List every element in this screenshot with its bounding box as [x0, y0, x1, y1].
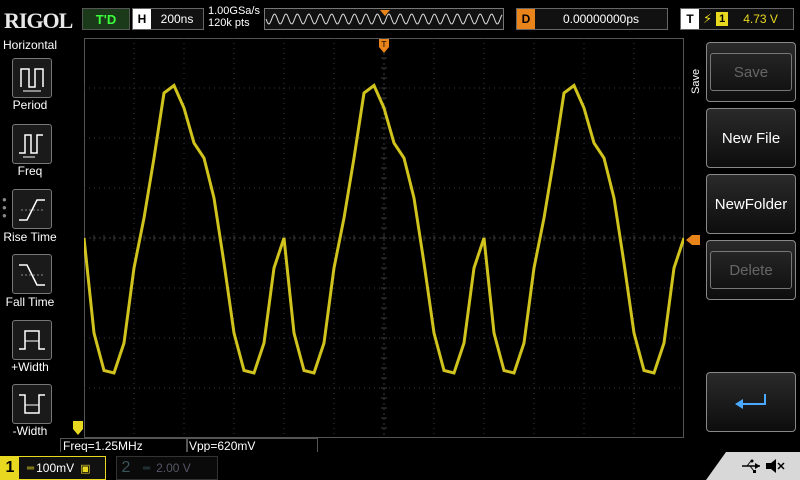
vpp-measurement: Vpp=620mV [186, 438, 318, 453]
bandwidth-limit-icon: ▣ [80, 462, 91, 475]
trigger-channel: 1 [716, 12, 729, 26]
positive-width-icon [19, 330, 45, 350]
trigger-status-badge: T'D [82, 8, 130, 30]
memory-overview-strip[interactable] [264, 8, 504, 30]
memory-overview-waveform [265, 9, 503, 29]
sound-muted-icon[interactable] [764, 457, 786, 475]
trigger-time-marker-icon[interactable]: T [378, 38, 390, 54]
new-folder-button[interactable]: NewFolder [706, 174, 796, 234]
freq-icon [19, 134, 43, 158]
left-panel-title: Horizontal [2, 38, 58, 52]
delete-label: Delete [710, 251, 792, 289]
new-folder-label: NewFolder [714, 195, 788, 213]
trigger-level-marker-icon[interactable] [686, 234, 700, 246]
fall-time-button[interactable] [12, 254, 52, 294]
coupling-dc-icon: ═ [27, 462, 35, 474]
ch2-scale: 2.00 V [156, 461, 191, 475]
fall-time-icon [19, 264, 45, 286]
measurement-readout: Freq=1.25MHz Vpp=620mV [60, 438, 320, 453]
fall-time-label: Fall Time [5, 295, 55, 309]
new-file-button[interactable]: New File [706, 108, 796, 168]
ch2-number: 2 [121, 459, 131, 476]
return-icon [735, 394, 766, 409]
ch1-scale: 100mV [36, 461, 75, 475]
positive-width-label: +Width [11, 360, 49, 374]
rise-time-label: Rise Time [3, 230, 57, 244]
ch1-number: 1 [1, 457, 19, 479]
acquisition-info: 1.00GSa/s 120k pts [208, 5, 260, 29]
waveform-display[interactable] [82, 37, 686, 438]
positive-width-button[interactable] [12, 320, 52, 360]
rise-time-button[interactable] [12, 189, 52, 229]
menu-page-dots-icon: ● ● ● [2, 195, 7, 220]
negative-width-label: -Width [12, 424, 48, 438]
delete-button[interactable]: Delete [706, 240, 796, 300]
sample-rate: 1.00GSa/s [208, 5, 260, 17]
trigger-level: 4.73 V [743, 12, 778, 26]
save-menu-tab: Save [688, 42, 704, 122]
period-button[interactable] [12, 58, 52, 98]
save-button[interactable]: Save [706, 42, 796, 102]
ch2-coupling-icon: ═ [143, 462, 151, 474]
waveform-graticule [82, 37, 686, 438]
rise-time-icon [19, 199, 45, 221]
period-icon [20, 68, 44, 92]
timebase-value: 200ns [160, 12, 194, 26]
save-button-label: Save [710, 53, 792, 91]
save-tab-label: Save [690, 68, 702, 94]
delay-display[interactable]: D 0.00000000ps [516, 8, 668, 30]
negative-width-button[interactable] [12, 384, 52, 424]
rigol-logo: RIGOL [4, 8, 73, 33]
ch1-setting[interactable]: 1 ═ 100mV ▣ [0, 456, 106, 480]
period-label: Period [12, 98, 48, 112]
negative-width-icon [19, 394, 45, 414]
freq-measurement: Freq=1.25MHz [60, 438, 188, 453]
delay-key: D [517, 9, 535, 29]
freq-label: Freq [17, 164, 43, 178]
ch1-ground-marker-icon[interactable] [72, 420, 84, 436]
new-file-label: New File [721, 129, 781, 147]
memory-depth: 120k pts [208, 17, 250, 29]
trigger-display[interactable]: T ⚡ 1 4.73 V [680, 8, 794, 30]
rising-edge-icon: ⚡ [703, 11, 713, 26]
freq-button[interactable] [12, 124, 52, 164]
horizontal-key: H [133, 9, 151, 29]
trigger-key: T [681, 9, 699, 29]
ch2-setting[interactable]: 2 ═ 2.00 V [116, 456, 218, 480]
horizontal-timebase[interactable]: H 200ns [132, 8, 204, 30]
return-button[interactable] [706, 372, 796, 432]
svg-text:T: T [381, 40, 387, 49]
delay-value: 0.00000000ps [562, 12, 640, 26]
usb-icon [742, 459, 760, 473]
